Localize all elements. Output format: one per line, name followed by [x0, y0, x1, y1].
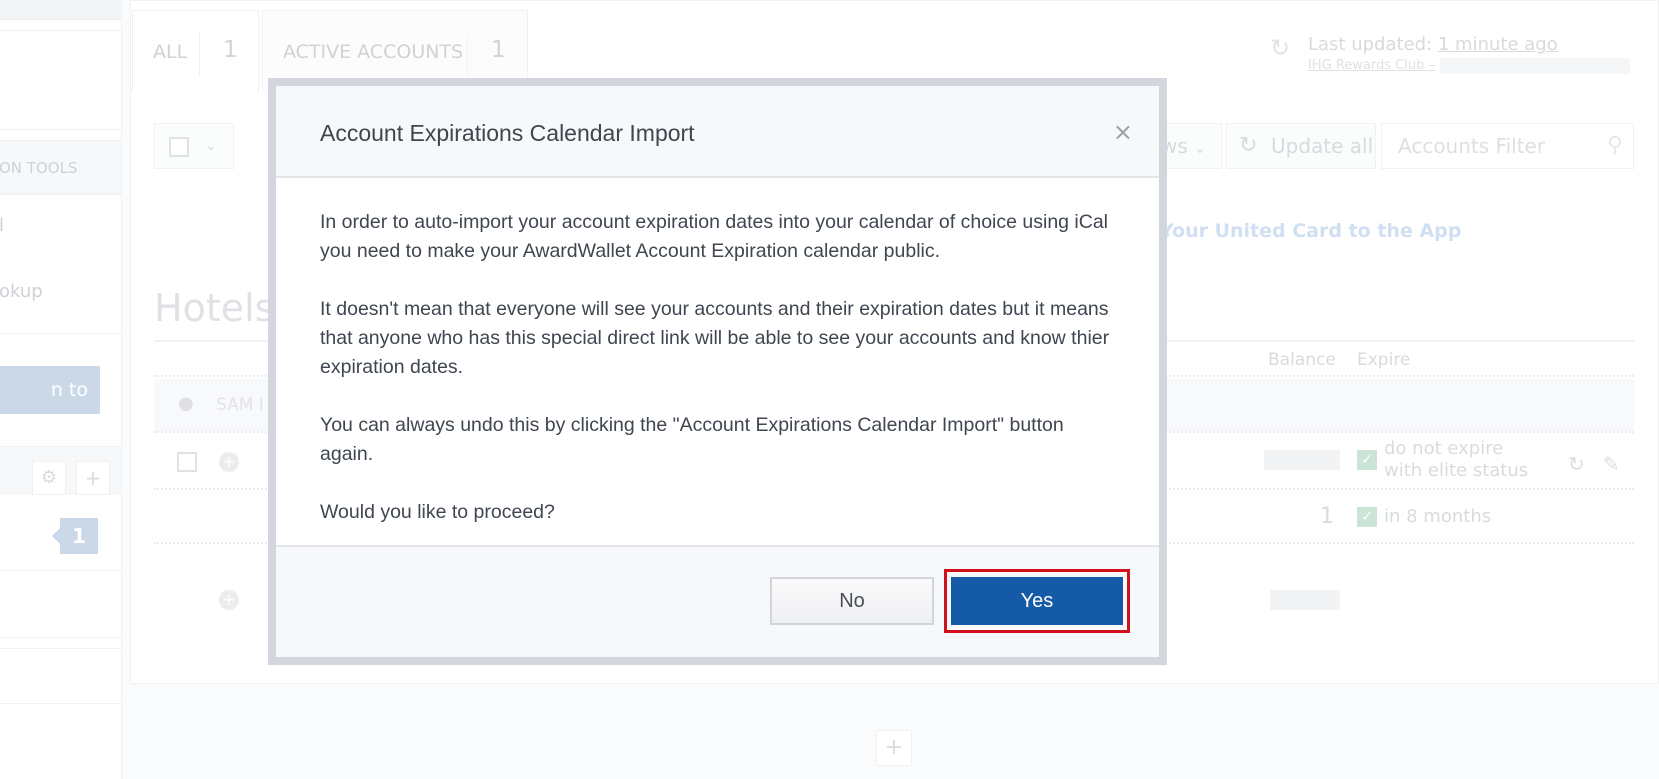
dialog-footer: No Yes: [276, 545, 1159, 657]
calendar-import-dialog: Account Expirations Calendar Import × In…: [268, 78, 1167, 665]
dialog-paragraph: You can always undo this by clicking the…: [320, 414, 1064, 465]
dialog-paragraph: In order to auto-import your account exp…: [320, 211, 1109, 262]
dialog-header: Account Expirations Calendar Import ×: [276, 86, 1159, 178]
dialog-paragraph: It doesn't mean that everyone will see y…: [320, 298, 1110, 378]
yes-button[interactable]: Yes: [951, 577, 1123, 625]
yes-button-highlight: Yes: [944, 569, 1130, 633]
dialog-body: In order to auto-import your account exp…: [320, 208, 1120, 556]
dialog-question: Would you like to proceed?: [320, 501, 555, 523]
dialog-title: Account Expirations Calendar Import: [320, 120, 695, 146]
no-button[interactable]: No: [770, 577, 934, 625]
close-icon[interactable]: ×: [1113, 118, 1133, 146]
